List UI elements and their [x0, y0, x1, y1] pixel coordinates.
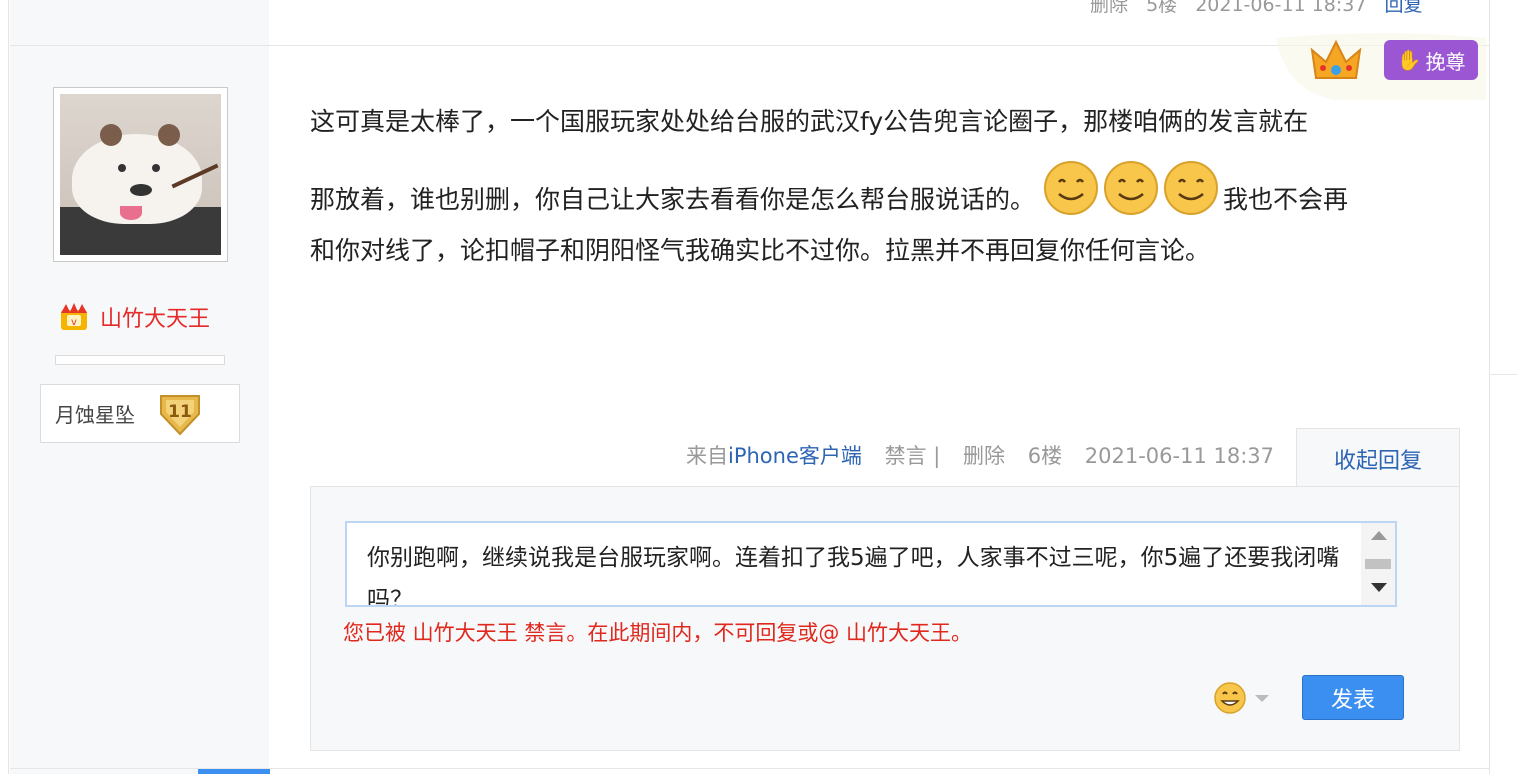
- scroll-thumb[interactable]: [1365, 559, 1391, 569]
- smile-emoji-icon: [1163, 161, 1218, 215]
- prev-timestamp: 2021-06-11 18:37: [1195, 0, 1367, 16]
- vip-crown-icon[interactable]: v: [58, 301, 90, 333]
- client-link[interactable]: iPhone客户端: [728, 444, 862, 468]
- prev-delete-link[interactable]: 删除: [1090, 0, 1128, 16]
- level-badge-icon: 11: [160, 394, 200, 435]
- post-divider: [10, 45, 1490, 46]
- level-name: 月蚀星坠: [55, 403, 135, 427]
- post-meta-bar: 来自iPhone客户端 禁言 | 删除 6楼 2021-06-11 18:37: [686, 440, 1290, 470]
- prev-reply-link[interactable]: 回复: [1384, 0, 1422, 16]
- emoji-picker-button[interactable]: [1213, 681, 1269, 715]
- author-level-box[interactable]: 月蚀星坠 11: [40, 384, 240, 443]
- floor-number: 6楼: [1027, 444, 1063, 468]
- hand-icon: ✋: [1396, 48, 1422, 72]
- smile-emoji-icon: [1043, 161, 1098, 215]
- delete-link[interactable]: 删除: [963, 444, 1005, 468]
- emoji-icon: [1214, 682, 1246, 714]
- author-username[interactable]: 山竹大天王: [100, 301, 210, 333]
- collapse-replies-button[interactable]: 收起回复: [1296, 428, 1460, 488]
- previous-post-footer: 删除 5楼 2021-06-11 18:37 回复: [1090, 0, 1434, 17]
- reply-textarea[interactable]: 你别跑啊，继续说我是台服玩家啊。连着扣了我5遍了吧，人家事不过三呢，你5遍了还要…: [345, 521, 1397, 607]
- chevron-down-icon: [1255, 694, 1269, 702]
- zanzun-badge[interactable]: ✋ 挽尊: [1384, 40, 1478, 80]
- bottom-tab-indicator: [198, 769, 270, 774]
- ban-notice: 您已被 山竹大天王 禁言。在此期间内，不可回复或@ 山竹大天王。: [343, 621, 973, 645]
- author-name-row: v 山竹大天王: [58, 301, 210, 333]
- svg-text:v: v: [71, 317, 77, 328]
- post-line-2: 那放着，谁也别删，你自己让大家去看看你是怎么帮台服说话的。 我也不会再: [310, 160, 1470, 236]
- avatar-image: [60, 94, 221, 255]
- side-divider: [1490, 374, 1517, 375]
- post-content: 这可真是太棒了，一个国服玩家处处给台服的武汉fy公告兜言论圈子，那楼咱俩的发言就…: [310, 84, 1470, 266]
- post-timestamp: 2021-06-11 18:37: [1084, 444, 1275, 468]
- source-prefix: 来自: [686, 444, 728, 468]
- post-line-1: 这可真是太棒了，一个国服玩家处处给台服的武汉fy公告兜言论圈子，那楼咱俩的发言就…: [310, 107, 1309, 136]
- reply-panel: 你别跑啊，继续说我是台服玩家啊。连着扣了我5遍了吧，人家事不过三呢，你5遍了还要…: [310, 486, 1460, 751]
- scroll-up-icon[interactable]: [1371, 531, 1387, 540]
- post-line-2-text: 那放着，谁也别删，你自己让大家去看看你是怎么帮台服说话的。: [310, 185, 1036, 214]
- reply-text-value: 你别跑啊，继续说我是台服玩家啊。连着扣了我5遍了吧，人家事不过三呢，你5遍了还要…: [367, 545, 1340, 607]
- zanzun-label: 挽尊: [1425, 49, 1466, 74]
- post-line-3: 和你对线了，论扣帽子和阴阳怪气我确实比不过你。拉黑并不再回复你任何言论。: [310, 236, 1211, 265]
- level-number: 11: [168, 402, 192, 422]
- post-line-2-tail: 我也不会再: [1222, 185, 1348, 214]
- publish-button[interactable]: 发表: [1302, 675, 1404, 720]
- prev-floor-number: 5楼: [1146, 0, 1178, 16]
- reply-scrollbar[interactable]: [1361, 523, 1395, 605]
- author-progress-bar: [55, 355, 225, 365]
- smile-emoji-icon: [1103, 161, 1158, 215]
- scroll-down-icon[interactable]: [1371, 583, 1387, 592]
- avatar[interactable]: [53, 87, 228, 262]
- mute-link[interactable]: 禁言 |: [885, 444, 941, 468]
